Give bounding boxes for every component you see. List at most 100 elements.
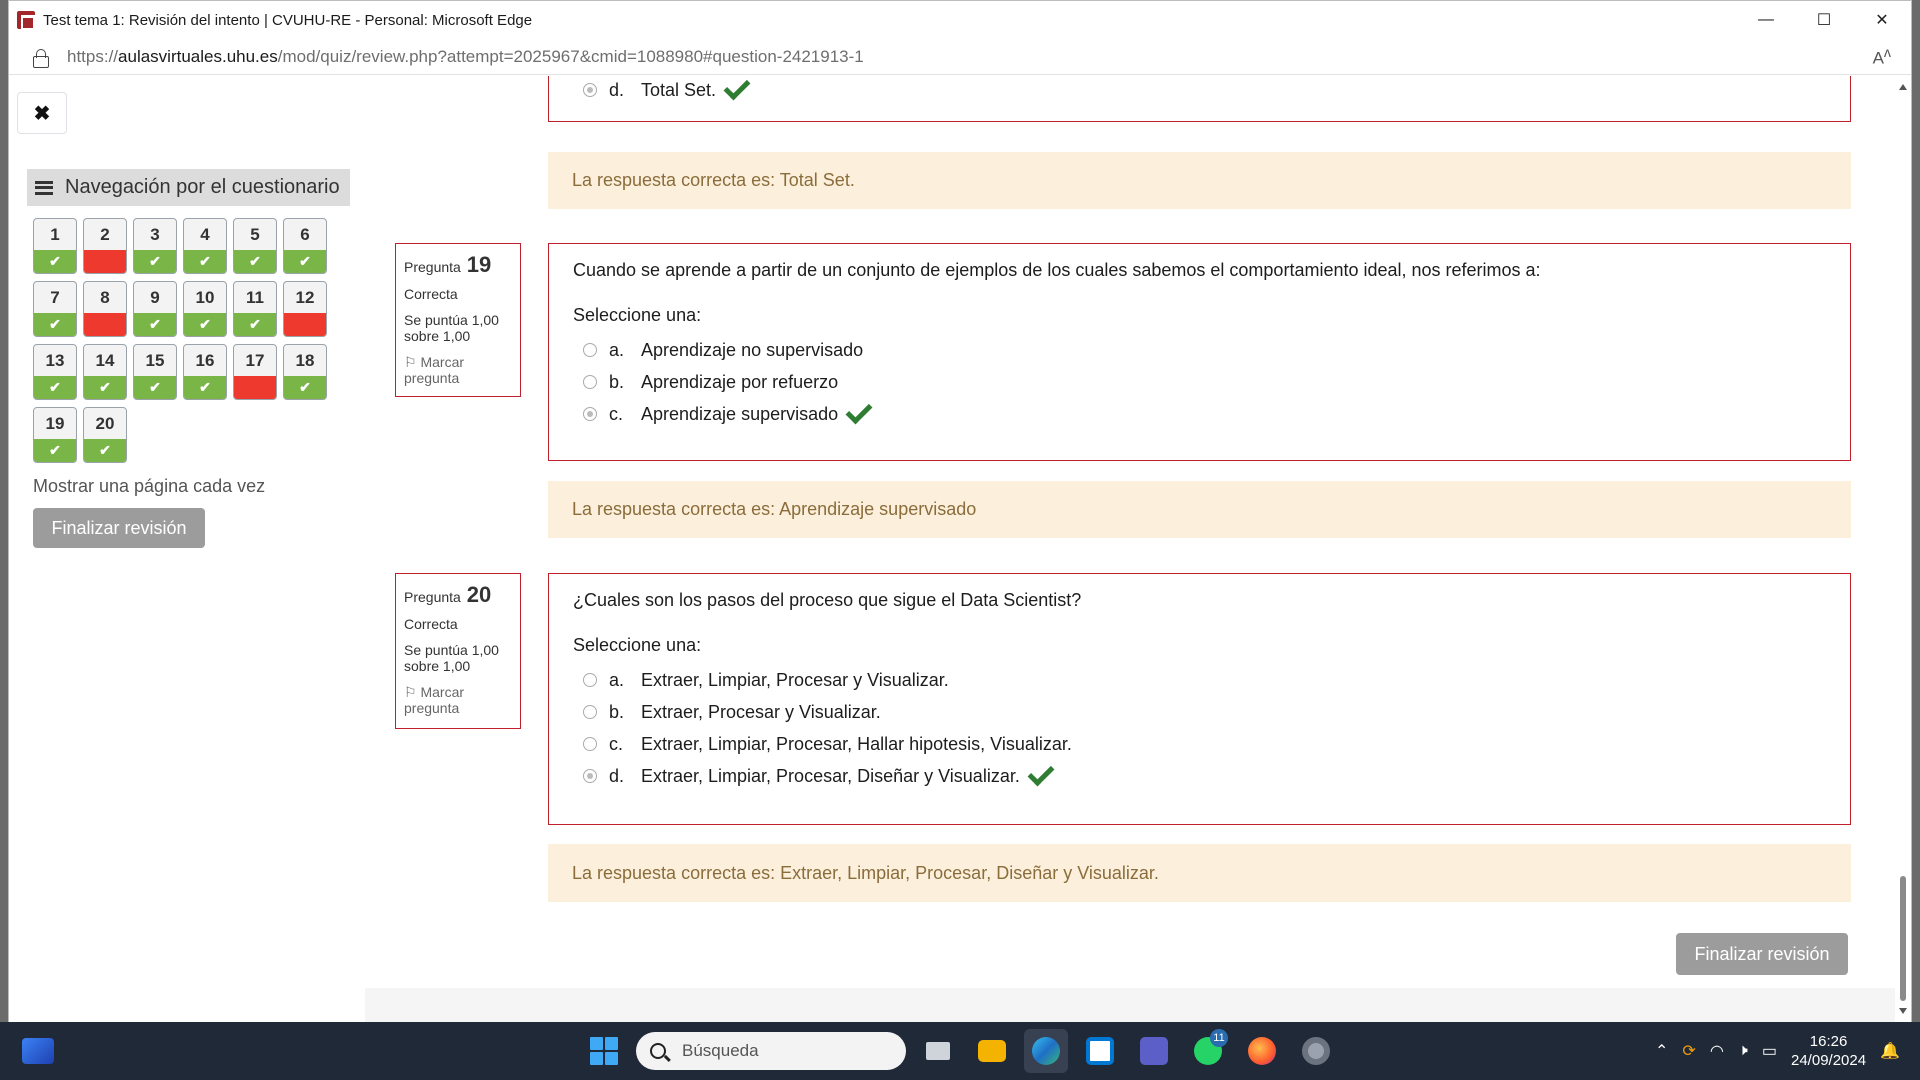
- search-placeholder: Búsqueda: [682, 1041, 759, 1060]
- quiz-nav-question-button[interactable]: 9 ✔: [133, 281, 177, 337]
- answer-option[interactable]: d. Total Set.: [573, 76, 1826, 105]
- sync-icon[interactable]: ⟳: [1682, 1041, 1695, 1061]
- answer-text: Extraer, Limpiar, Procesar, Hallar hipot…: [641, 733, 1072, 754]
- question-19-box: Cuando se aprende a partir de un conjunt…: [548, 243, 1851, 461]
- question-number: 19: [466, 252, 492, 277]
- speaker-muted-icon[interactable]: 🕨: [1738, 1042, 1748, 1060]
- question-nav-number: 9: [150, 287, 160, 307]
- radio-button[interactable]: [583, 705, 597, 719]
- answer-option[interactable]: b. Aprendizaje por refuerzo: [573, 366, 1826, 398]
- battery-icon[interactable]: ▭: [1762, 1041, 1777, 1061]
- clock-time: 16:26: [1809, 1033, 1848, 1050]
- vertical-scrollbar[interactable]: [1895, 76, 1911, 1022]
- quiz-nav-question-button[interactable]: 7 ✔: [33, 281, 77, 337]
- radio-selected[interactable]: [583, 83, 597, 97]
- quiz-nav-question-button[interactable]: 12: [283, 281, 327, 337]
- answer-option[interactable]: b. Extraer, Procesar y Visualizar.: [573, 696, 1826, 728]
- quiz-nav-question-button[interactable]: 16 ✔: [183, 344, 227, 400]
- correct-answer-feedback: La respuesta correcta es: Extraer, Limpi…: [548, 844, 1851, 902]
- lock-icon[interactable]: [33, 48, 49, 68]
- scrollbar-thumb[interactable]: [1900, 876, 1906, 1001]
- quiz-nav-question-button[interactable]: 3 ✔: [133, 218, 177, 274]
- teams-icon[interactable]: [1132, 1029, 1176, 1073]
- maximize-button[interactable]: ☐: [1795, 1, 1853, 39]
- close-drawer-button[interactable]: ✖: [17, 92, 67, 134]
- radio-button[interactable]: [583, 343, 597, 357]
- grade-line: sobre 1,00: [404, 658, 471, 674]
- site-favicon-icon: [17, 11, 35, 30]
- clock[interactable]: 16:26 24/09/2024: [1791, 1032, 1866, 1070]
- quiz-nav-question-button[interactable]: 14 ✔: [83, 344, 127, 400]
- notifications-bell-icon[interactable]: 🔔: [1880, 1041, 1900, 1061]
- quiz-nav-question-button[interactable]: 11 ✔: [233, 281, 277, 337]
- finish-review-button-sidebar[interactable]: Finalizar revisión: [33, 508, 205, 548]
- widgets-icon[interactable]: [22, 1038, 54, 1064]
- page-footer-strip: [365, 988, 1911, 1022]
- quiz-nav-question-button[interactable]: 2: [83, 218, 127, 274]
- quiz-nav-question-button[interactable]: 6 ✔: [283, 218, 327, 274]
- quiz-navigation-title: Navegación por el cuestionario: [65, 176, 340, 198]
- radio-button[interactable]: [583, 737, 597, 751]
- radio-button[interactable]: [583, 375, 597, 389]
- edge-browser-icon[interactable]: [1024, 1029, 1068, 1073]
- question-label: Pregunta: [404, 259, 461, 275]
- quiz-nav-question-button[interactable]: 4 ✔: [183, 218, 227, 274]
- microsoft-store-icon[interactable]: [1078, 1029, 1122, 1073]
- scroll-down-icon[interactable]: [1899, 1008, 1907, 1014]
- correct-status-icon: ✔: [234, 313, 276, 336]
- finish-review-button[interactable]: Finalizar revisión: [1676, 933, 1848, 975]
- answer-text: Extraer, Limpiar, Procesar, Diseñar y Vi…: [641, 765, 1020, 786]
- answer-text: Extraer, Procesar y Visualizar.: [641, 701, 881, 722]
- settings-icon[interactable]: [1294, 1029, 1338, 1073]
- address-bar[interactable]: https://aulasvirtuales.uhu.es/mod/quiz/r…: [9, 39, 1911, 75]
- answer-option[interactable]: a. Aprendizaje no supervisado: [573, 334, 1826, 366]
- chevron-up-icon[interactable]: ⌃: [1655, 1041, 1668, 1061]
- file-explorer-icon[interactable]: [970, 1029, 1014, 1073]
- quiz-nav-question-button[interactable]: 13 ✔: [33, 344, 77, 400]
- taskbar-search[interactable]: Búsqueda: [636, 1032, 906, 1070]
- url-host: aulasvirtuales.uhu.es: [118, 46, 278, 66]
- radio-selected[interactable]: [583, 769, 597, 783]
- quiz-nav-question-button[interactable]: 8: [83, 281, 127, 337]
- quiz-nav-question-button[interactable]: 17: [233, 344, 277, 400]
- select-prompt: Seleccione una:: [573, 305, 702, 325]
- show-one-page-link[interactable]: Mostrar una página cada vez: [33, 476, 265, 497]
- flag-question-link[interactable]: ⚐ Marcar pregunta: [404, 684, 512, 716]
- quiz-nav-question-button[interactable]: 19 ✔: [33, 407, 77, 463]
- question-nav-number: 7: [50, 287, 60, 307]
- start-button[interactable]: [582, 1029, 626, 1073]
- answer-option[interactable]: c. Extraer, Limpiar, Procesar, Hallar hip…: [573, 728, 1826, 760]
- question-19-info: Pregunta 19 Correcta Se puntúa 1,00 sobre…: [395, 243, 521, 397]
- answer-option[interactable]: a. Extraer, Limpiar, Procesar y Visualiza…: [573, 664, 1826, 696]
- quiz-nav-question-button[interactable]: 1 ✔: [33, 218, 77, 274]
- quiz-nav-question-button[interactable]: 15 ✔: [133, 344, 177, 400]
- scroll-up-icon[interactable]: [1899, 84, 1907, 90]
- flag-label: Marcar: [420, 684, 465, 700]
- question-nav-number: 16: [195, 350, 215, 370]
- flag-label: pregunta: [404, 370, 460, 386]
- radio-button[interactable]: [583, 673, 597, 687]
- radio-selected[interactable]: [583, 407, 597, 421]
- close-window-button[interactable]: ✕: [1853, 1, 1911, 39]
- quiz-nav-question-button[interactable]: 18 ✔: [283, 344, 327, 400]
- firefox-icon[interactable]: [1240, 1029, 1284, 1073]
- answer-option[interactable]: d. Extraer, Limpiar, Procesar, Diseñar y …: [573, 759, 1826, 792]
- task-view-icon[interactable]: [916, 1029, 960, 1073]
- wifi-icon[interactable]: ◠: [1710, 1041, 1724, 1061]
- quiz-nav-question-button[interactable]: 5 ✔: [233, 218, 277, 274]
- answer-letter: b.: [609, 701, 625, 722]
- quiz-nav-question-button[interactable]: 10 ✔: [183, 281, 227, 337]
- read-aloud-icon[interactable]: Aʌ: [1873, 45, 1891, 69]
- correct-status-icon: ✔: [134, 313, 176, 336]
- answer-option[interactable]: c. Aprendizaje supervisado: [573, 397, 1826, 430]
- window-title: Test tema 1: Revisión del intento | CVUH…: [43, 11, 533, 29]
- question-nav-number: 8: [100, 287, 110, 307]
- checkmark-icon: [723, 76, 751, 101]
- quiz-nav-question-button[interactable]: 20 ✔: [83, 407, 127, 463]
- minimize-button[interactable]: —: [1737, 1, 1795, 39]
- whatsapp-icon[interactable]: 11: [1186, 1029, 1230, 1073]
- url-field[interactable]: https://aulasvirtuales.uhu.es/mod/quiz/r…: [67, 47, 1873, 67]
- grade-line: Se puntúa 1,00: [404, 312, 499, 328]
- flag-question-link[interactable]: ⚐ Marcar pregunta: [404, 354, 512, 386]
- question-nav-number: 11: [246, 287, 264, 307]
